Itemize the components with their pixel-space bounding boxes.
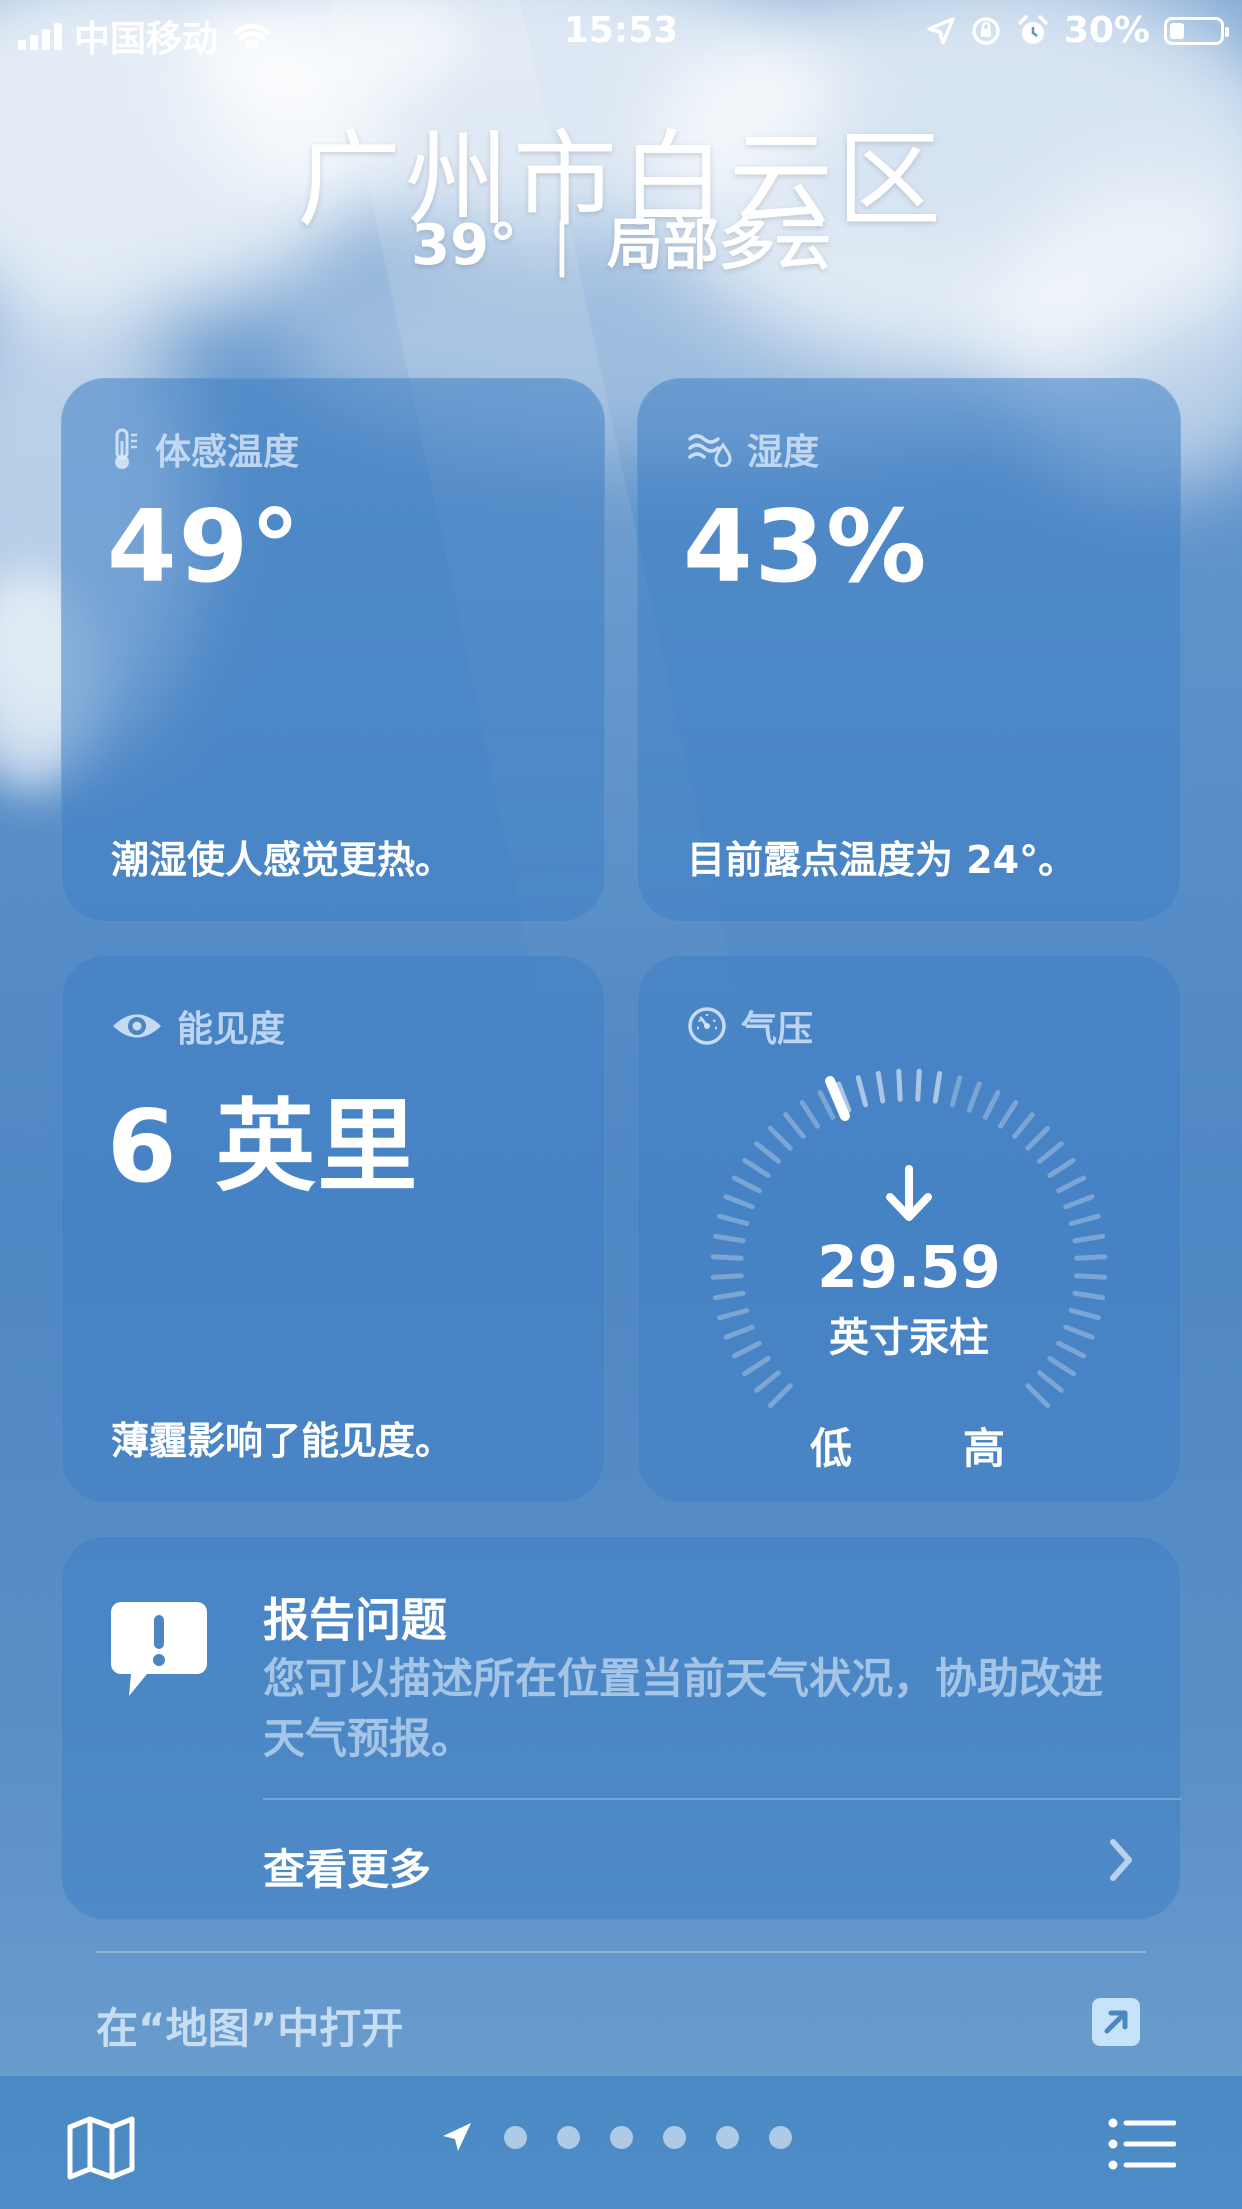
- gauge-tick: [754, 1141, 781, 1164]
- feels-like-note: 潮湿使人感觉更热。: [111, 838, 454, 882]
- humidity-card[interactable]: 湿度 43% 目前露点温度为 24°。: [637, 378, 1181, 922]
- chevron-right-icon[interactable]: [1105, 1836, 1137, 1884]
- gauge-tick: [982, 1089, 1001, 1120]
- gauge-current-indicator: [825, 1076, 850, 1122]
- list-icon[interactable]: [1108, 2118, 1176, 2170]
- location-services-icon: [927, 16, 955, 45]
- gauge-tick: [1056, 1175, 1087, 1194]
- page-dot[interactable]: [769, 2125, 792, 2149]
- gauge-tick: [783, 1112, 806, 1139]
- gauge-tick: [932, 1070, 943, 1104]
- feels-like-title: 体感温度: [155, 432, 300, 473]
- thermometer-icon: [115, 428, 137, 469]
- page-dot[interactable]: [610, 2125, 633, 2149]
- open-in-maps-link[interactable]: 在“地图”中打开: [96, 1995, 403, 2056]
- pressure-trend-arrow-icon: [886, 1165, 932, 1221]
- gauge-tick: [767, 1383, 793, 1409]
- feels-like-value: 49°: [107, 488, 303, 605]
- see-more-link[interactable]: 查看更多: [263, 1836, 431, 1897]
- gauge-tick: [1012, 1112, 1035, 1139]
- pressure-unit: 英寸汞柱: [829, 1315, 989, 1361]
- gauge-tick: [1025, 1383, 1051, 1409]
- alarm-icon: [1018, 14, 1048, 44]
- bottom-tab-bar: [0, 2075, 1242, 2209]
- feels-like-header: 体感温度: [111, 423, 299, 475]
- gauge-tick: [817, 1089, 836, 1120]
- humidity-icon: [688, 434, 732, 467]
- separator: |: [552, 213, 572, 278]
- visibility-card[interactable]: 能见度 6 英里 薄霾影响了能见度。: [61, 955, 605, 1503]
- battery-icon: [1164, 16, 1229, 45]
- gauge-tick: [966, 1081, 982, 1113]
- gauge-tick: [1037, 1141, 1064, 1164]
- visibility-title: 能见度: [177, 1009, 286, 1050]
- humidity-value: 43%: [683, 488, 929, 605]
- current-conditions: 39° | 局部多云: [0, 200, 1242, 281]
- gauge-tick: [896, 1068, 903, 1102]
- humidity-header: 湿度: [687, 423, 819, 475]
- feels-like-card[interactable]: 体感温度 49° 潮湿使人感觉更热。: [61, 378, 605, 922]
- pressure-gauge: [710, 1068, 1108, 1409]
- gauge-tick: [723, 1194, 755, 1210]
- visibility-header: 能见度: [111, 1000, 285, 1052]
- gauge-tick: [754, 1370, 781, 1393]
- pressure-low-label: 低: [810, 1424, 853, 1473]
- gauge-tick: [1063, 1194, 1095, 1210]
- gauge-tick: [1037, 1370, 1064, 1393]
- pressure-value: 29.59: [817, 1233, 1001, 1301]
- gauge-tick: [1025, 1125, 1051, 1151]
- current-temperature: 39°: [411, 213, 518, 278]
- gauge-tick: [1047, 1157, 1076, 1179]
- divider: [96, 1951, 1146, 1953]
- page-dot[interactable]: [504, 2125, 527, 2149]
- gauge-tick: [949, 1075, 963, 1108]
- gauge-tick: [767, 1125, 793, 1151]
- battery-percent: 30%: [1063, 10, 1150, 51]
- gauge-tick: [799, 1100, 821, 1129]
- exclamation-bubble-icon: [111, 1602, 207, 1696]
- visibility-note: 薄霾影响了能见度。: [111, 1419, 454, 1463]
- map-icon[interactable]: [66, 2115, 136, 2181]
- status-bar: 中国移动 15:53 30%: [0, 0, 1242, 62]
- eye-icon: [113, 1014, 161, 1038]
- report-issue-card: 报告问题 您可以描述所在位置当前天气状况，协助改进天气预报。 查看更多: [61, 1536, 1181, 1920]
- gauge-tick: [855, 1075, 869, 1108]
- visibility-value: 6 英里: [107, 1088, 420, 1205]
- rotation-lock-icon: [972, 16, 1000, 45]
- humidity-note: 目前露点温度为 24°。: [687, 838, 1077, 882]
- pressure-high-label: 高: [963, 1424, 1006, 1473]
- gauge-tick: [1068, 1213, 1101, 1227]
- humidity-title: 湿度: [747, 432, 820, 473]
- gauge-tick: [742, 1157, 771, 1179]
- condition-label: 局部多云: [606, 213, 831, 278]
- page-indicator[interactable]: [440, 2120, 792, 2154]
- report-description: 您可以描述所在位置当前天气状况，协助改进天气预报。: [263, 1654, 1104, 1763]
- gauge-tick: [731, 1175, 762, 1194]
- page-dot[interactable]: [716, 2125, 739, 2149]
- gauge-tick: [997, 1100, 1019, 1129]
- gauge-tick: [875, 1070, 886, 1104]
- gauge-tick: [915, 1068, 922, 1102]
- report-title: 报告问题: [263, 1593, 447, 1647]
- divider: [263, 1798, 1181, 1800]
- location-arrow-icon[interactable]: [440, 2120, 474, 2154]
- external-link-icon[interactable]: [1092, 1998, 1140, 2046]
- gauge-tick: [717, 1213, 750, 1227]
- pressure-card[interactable]: 气压 29.59 英寸汞柱 低 高: [637, 955, 1181, 1503]
- page-dot[interactable]: [663, 2125, 686, 2149]
- page-dot[interactable]: [557, 2125, 580, 2149]
